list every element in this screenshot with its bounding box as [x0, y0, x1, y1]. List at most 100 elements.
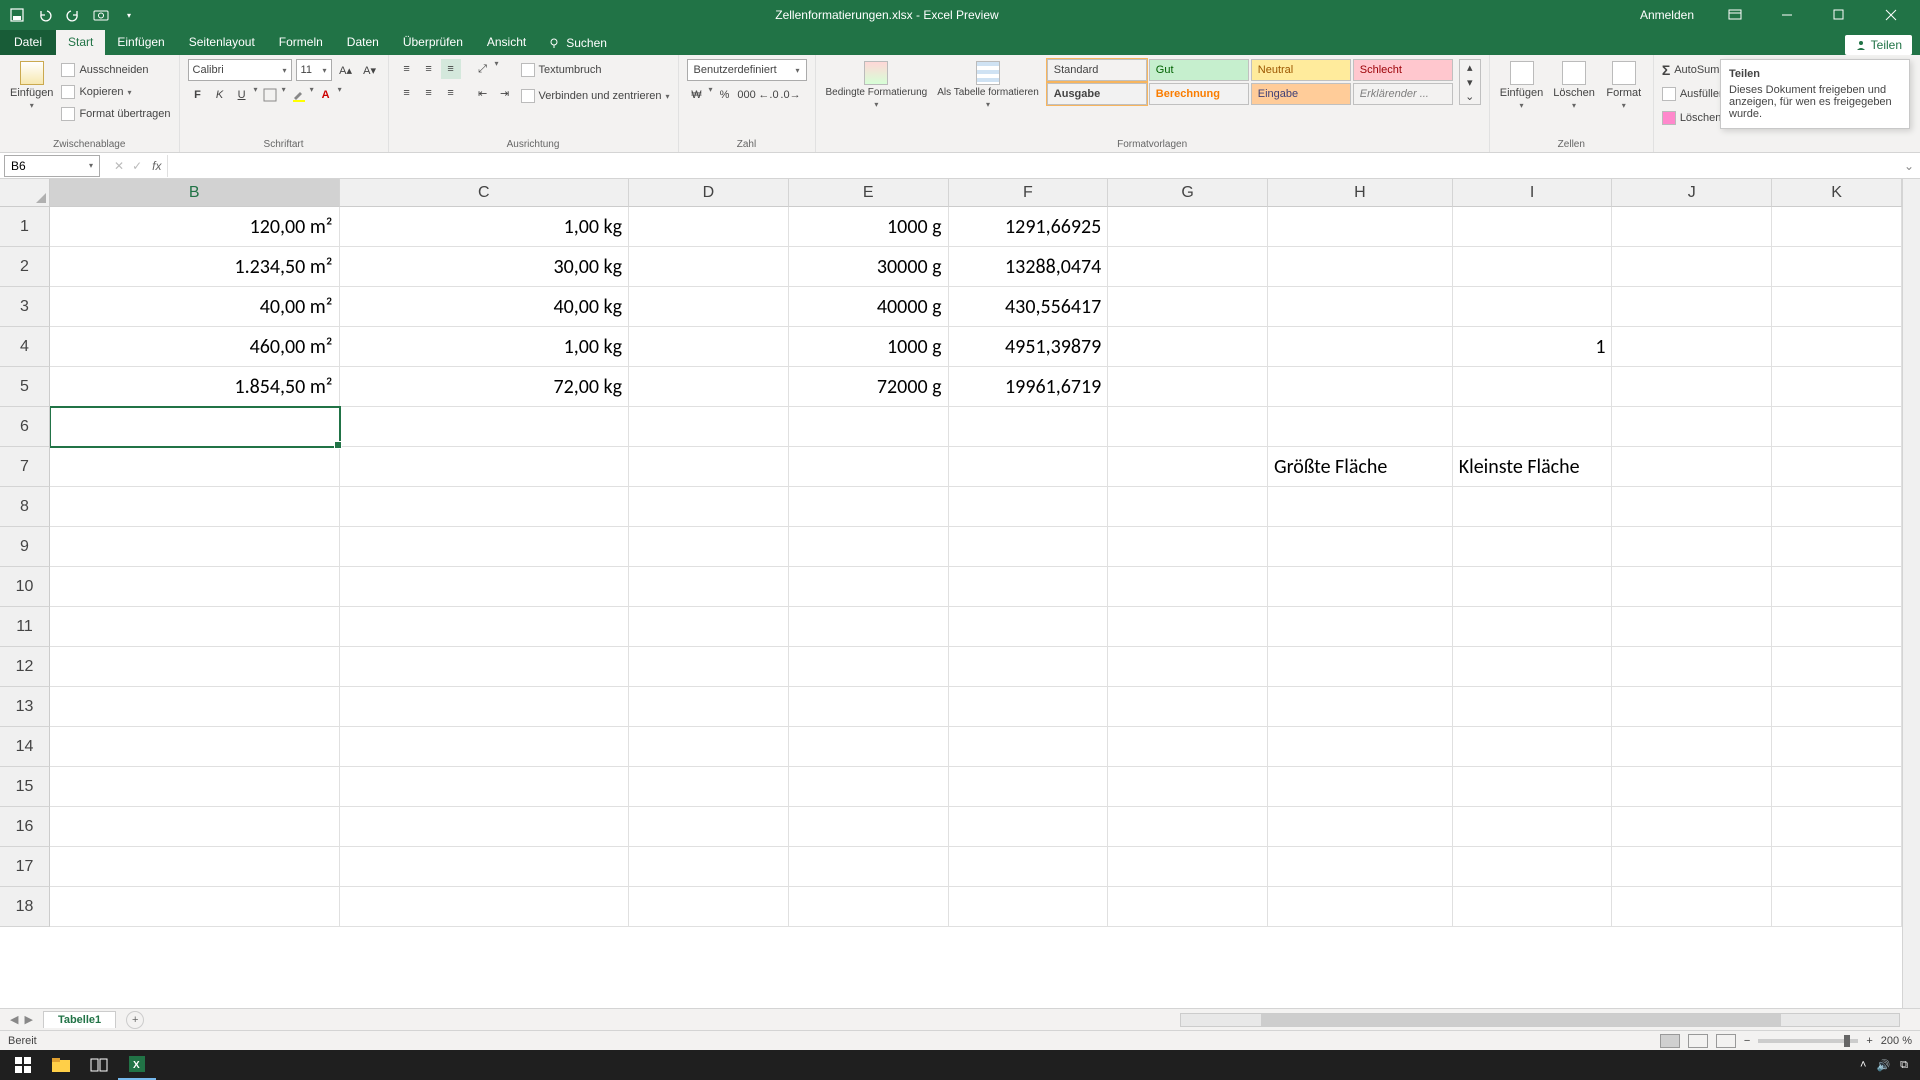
cell-I12[interactable]: [1453, 647, 1613, 687]
cell-E15[interactable]: [789, 767, 949, 807]
cell-C13[interactable]: [340, 687, 630, 727]
cell-H5[interactable]: [1268, 367, 1453, 407]
sign-in-link[interactable]: Anmelden: [1628, 8, 1706, 22]
comma-button[interactable]: 000: [737, 85, 757, 105]
row-header-2[interactable]: 2: [0, 247, 50, 287]
cell-H11[interactable]: [1268, 607, 1453, 647]
cell-H13[interactable]: [1268, 687, 1453, 727]
cell-K12[interactable]: [1772, 647, 1902, 687]
cell-F10[interactable]: [949, 567, 1109, 607]
cell-H10[interactable]: [1268, 567, 1453, 607]
cell-I13[interactable]: [1453, 687, 1613, 727]
close-button[interactable]: [1868, 0, 1914, 30]
cell-B14[interactable]: [50, 727, 340, 767]
cell-H16[interactable]: [1268, 807, 1453, 847]
cell-G3[interactable]: [1108, 287, 1268, 327]
normal-view-button[interactable]: [1660, 1034, 1680, 1048]
cell-I10[interactable]: [1453, 567, 1613, 607]
cell-J11[interactable]: [1612, 607, 1772, 647]
cell-B12[interactable]: [50, 647, 340, 687]
cell-B15[interactable]: [50, 767, 340, 807]
row-header-8[interactable]: 8: [0, 487, 50, 527]
file-explorer-icon[interactable]: [42, 1050, 80, 1080]
cell-H7[interactable]: Größte Fläche: [1268, 447, 1453, 487]
column-header-F[interactable]: F: [949, 179, 1109, 207]
cell-H15[interactable]: [1268, 767, 1453, 807]
align-center-button[interactable]: ≡: [419, 83, 439, 103]
cell-I9[interactable]: [1453, 527, 1613, 567]
cell-D6[interactable]: [629, 407, 789, 447]
align-left-button[interactable]: ≡: [397, 83, 417, 103]
cell-B18[interactable]: [50, 887, 340, 927]
cell-I17[interactable]: [1453, 847, 1613, 887]
column-header-B[interactable]: B: [50, 179, 340, 207]
increase-decimal-button[interactable]: ←.0: [759, 85, 779, 105]
cell-B3[interactable]: 40,00 m²: [50, 287, 340, 327]
cell-I7[interactable]: Kleinste Fläche: [1453, 447, 1613, 487]
tray-network-icon[interactable]: ⧉: [1900, 1059, 1908, 1072]
cell-E12[interactable]: [789, 647, 949, 687]
cell-F17[interactable]: [949, 847, 1109, 887]
cell-E17[interactable]: [789, 847, 949, 887]
cell-K5[interactable]: [1772, 367, 1902, 407]
merge-center-button[interactable]: Verbinden und zentrieren▾: [521, 85, 670, 107]
percent-button[interactable]: %: [715, 85, 735, 105]
gallery-down-button[interactable]: ▾: [1460, 75, 1480, 90]
taskview-icon[interactable]: [80, 1050, 118, 1080]
cell-J5[interactable]: [1612, 367, 1772, 407]
cell-J18[interactable]: [1612, 887, 1772, 927]
sheet-tab-active[interactable]: Tabelle1: [43, 1011, 116, 1028]
cell-J14[interactable]: [1612, 727, 1772, 767]
cell-K9[interactable]: [1772, 527, 1902, 567]
cell-B2[interactable]: 1.234,50 m²: [50, 247, 340, 287]
cell-styles-gallery[interactable]: Standard Gut Neutral Schlecht Ausgabe Be…: [1047, 59, 1453, 105]
cell-D1[interactable]: [629, 207, 789, 247]
cell-C16[interactable]: [340, 807, 630, 847]
cell-D18[interactable]: [629, 887, 789, 927]
cell-E11[interactable]: [789, 607, 949, 647]
column-header-C[interactable]: C: [340, 179, 630, 207]
cell-K16[interactable]: [1772, 807, 1902, 847]
insert-cells-button[interactable]: Einfügen▾: [1498, 59, 1545, 112]
cell-E5[interactable]: 72000 g: [789, 367, 949, 407]
tab-überprüfen[interactable]: Überprüfen: [391, 30, 475, 55]
cell-B13[interactable]: [50, 687, 340, 727]
cell-B7[interactable]: [50, 447, 340, 487]
cell-B10[interactable]: [50, 567, 340, 607]
excel-taskbar-icon[interactable]: X: [118, 1050, 156, 1080]
conditional-formatting-button[interactable]: Bedingte Formatierung▾: [824, 59, 930, 111]
cell-I4[interactable]: 1: [1453, 327, 1613, 367]
cell-K17[interactable]: [1772, 847, 1902, 887]
zoom-in-button[interactable]: +: [1866, 1035, 1872, 1047]
cell-G11[interactable]: [1108, 607, 1268, 647]
style-gut[interactable]: Gut: [1149, 59, 1249, 81]
cell-D15[interactable]: [629, 767, 789, 807]
save-icon[interactable]: [8, 6, 26, 24]
align-top-button[interactable]: ≡: [397, 59, 417, 79]
cell-E8[interactable]: [789, 487, 949, 527]
delete-cells-button[interactable]: Löschen▾: [1551, 59, 1597, 112]
cell-E3[interactable]: 40000 g: [789, 287, 949, 327]
row-header-17[interactable]: 17: [0, 847, 50, 887]
cell-I14[interactable]: [1453, 727, 1613, 767]
cell-I6[interactable]: [1453, 407, 1613, 447]
cell-B17[interactable]: [50, 847, 340, 887]
cell-D10[interactable]: [629, 567, 789, 607]
cell-C6[interactable]: [340, 407, 630, 447]
expand-formula-bar-icon[interactable]: ⌄: [1898, 159, 1920, 173]
style-eingabe[interactable]: Eingabe: [1251, 83, 1351, 105]
style-berechnung[interactable]: Berechnung: [1149, 83, 1249, 105]
cell-D17[interactable]: [629, 847, 789, 887]
cell-C17[interactable]: [340, 847, 630, 887]
cell-G7[interactable]: [1108, 447, 1268, 487]
cell-H6[interactable]: [1268, 407, 1453, 447]
cell-J2[interactable]: [1612, 247, 1772, 287]
orientation-button[interactable]: ⤢: [473, 59, 493, 79]
column-header-K[interactable]: K: [1772, 179, 1902, 207]
row-header-7[interactable]: 7: [0, 447, 50, 487]
format-cells-button[interactable]: Format▾: [1603, 59, 1645, 112]
cell-H12[interactable]: [1268, 647, 1453, 687]
style-neutral[interactable]: Neutral: [1251, 59, 1351, 81]
zoom-slider[interactable]: [1758, 1039, 1858, 1043]
row-header-15[interactable]: 15: [0, 767, 50, 807]
